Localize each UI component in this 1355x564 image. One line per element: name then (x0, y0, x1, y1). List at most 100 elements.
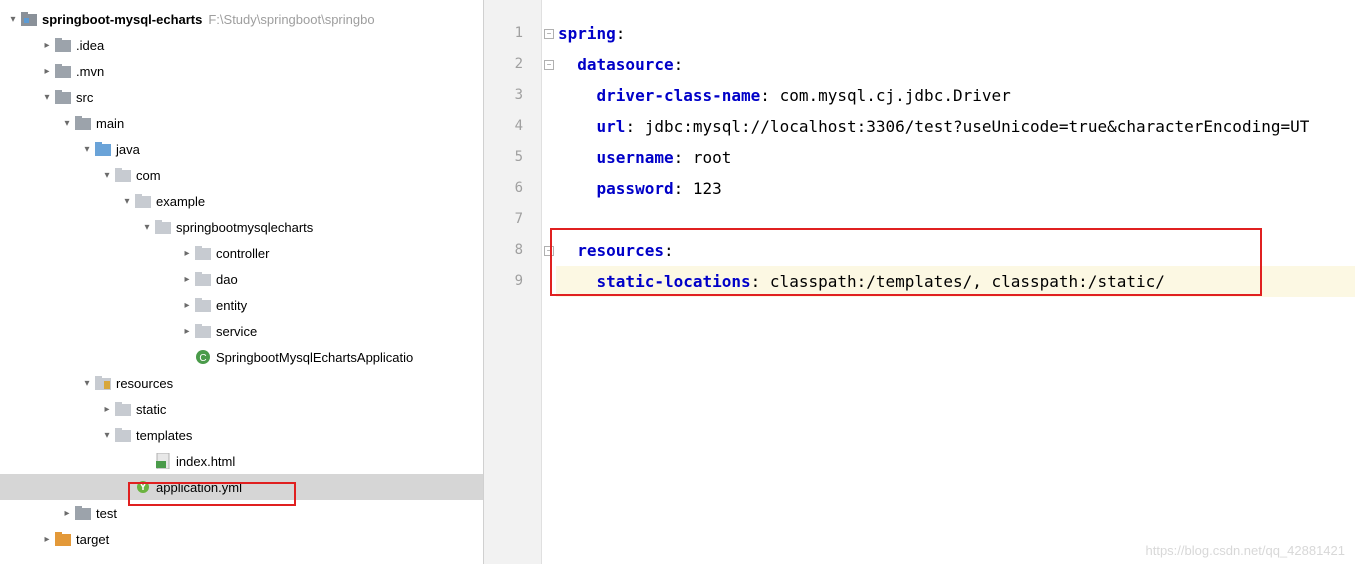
code-line: resources: (556, 235, 1355, 266)
chevron-right-icon[interactable]: ▸ (40, 66, 54, 77)
excluded-folder-icon (54, 531, 72, 547)
folder-icon (74, 115, 92, 131)
tree-item-idea[interactable]: ▸ .idea (0, 32, 483, 58)
source-folder-icon (94, 141, 112, 157)
folder-icon (114, 401, 132, 417)
html-file-icon (154, 453, 172, 469)
tree-item-appclass[interactable]: C SpringbootMysqlEchartsApplicatio (0, 344, 483, 370)
chevron-down-icon[interactable]: ▾ (120, 196, 134, 207)
class-icon: C (194, 349, 212, 365)
package-icon (114, 167, 132, 183)
chevron-down-icon[interactable]: ▾ (40, 92, 54, 103)
chevron-right-icon[interactable]: ▸ (180, 300, 194, 311)
line-number: 6 (484, 173, 541, 204)
fold-minus-icon[interactable]: − (544, 29, 554, 39)
line-number: 2 (484, 49, 541, 80)
chevron-right-icon[interactable]: ▸ (100, 404, 114, 415)
tree-item-example[interactable]: ▾ example (0, 188, 483, 214)
resources-folder-icon (94, 375, 112, 391)
project-tree[interactable]: ▾ springboot-mysql-echarts F:\Study\spri… (0, 0, 483, 552)
tree-label: templates (136, 428, 192, 443)
line-number: 4 (484, 111, 541, 142)
package-icon (154, 219, 172, 235)
module-icon (20, 11, 38, 27)
tree-label: dao (216, 272, 238, 287)
tree-item-resources[interactable]: ▾ resources (0, 370, 483, 396)
code-line: spring: (556, 18, 1355, 49)
chevron-right-icon[interactable]: ▸ (180, 326, 194, 337)
tree-label: application.yml (156, 480, 242, 495)
line-number: 5 (484, 142, 541, 173)
tree-item-service[interactable]: ▸ service (0, 318, 483, 344)
tree-label: main (96, 116, 124, 131)
line-number: 3 (484, 80, 541, 111)
package-icon (194, 245, 212, 261)
tree-item-dao[interactable]: ▸ dao (0, 266, 483, 292)
project-path: F:\Study\springboot\springbo (208, 12, 374, 27)
package-icon (134, 193, 152, 209)
tree-item-indexhtml[interactable]: index.html (0, 448, 483, 474)
code-line: static-locations: classpath:/templates/,… (556, 266, 1355, 297)
chevron-down-icon[interactable]: ▾ (60, 118, 74, 129)
fold-minus-icon[interactable]: − (544, 60, 554, 70)
tree-label: .idea (76, 38, 104, 53)
tree-root[interactable]: ▾ springboot-mysql-echarts F:\Study\spri… (0, 6, 483, 32)
chevron-right-icon[interactable]: ▸ (60, 508, 74, 519)
watermark: https://blog.csdn.net/qq_42881421 (1146, 543, 1346, 558)
chevron-right-icon[interactable]: ▸ (40, 40, 54, 51)
tree-label: com (136, 168, 161, 183)
tree-item-pkg[interactable]: ▾ springbootmysqlecharts (0, 214, 483, 240)
tree-item-static[interactable]: ▸ static (0, 396, 483, 422)
project-name: springboot-mysql-echarts (42, 12, 202, 27)
tree-item-mvn[interactable]: ▸ .mvn (0, 58, 483, 84)
package-icon (194, 271, 212, 287)
code-line: url: jdbc:mysql://localhost:3306/test?us… (556, 111, 1355, 142)
chevron-down-icon[interactable]: ▾ (100, 430, 114, 441)
chevron-down-icon[interactable]: ▾ (100, 170, 114, 181)
chevron-right-icon[interactable]: ▸ (180, 274, 194, 285)
line-number: 1 (484, 18, 541, 49)
tree-item-controller[interactable]: ▸ controller (0, 240, 483, 266)
code-area[interactable]: spring: datasource: driver-class-name: c… (556, 0, 1355, 564)
tree-label: static (136, 402, 166, 417)
chevron-down-icon[interactable]: ▾ (80, 144, 94, 155)
tree-label: controller (216, 246, 269, 261)
tree-label: example (156, 194, 205, 209)
tree-item-com[interactable]: ▾ com (0, 162, 483, 188)
chevron-down-icon[interactable]: ▾ (80, 378, 94, 389)
chevron-down-icon[interactable]: ▾ (6, 14, 20, 25)
tree-item-target[interactable]: ▸ target (0, 526, 483, 552)
tree-label: .mvn (76, 64, 104, 79)
tree-item-test[interactable]: ▸ test (0, 500, 483, 526)
folder-icon (54, 37, 72, 53)
tree-item-templates[interactable]: ▾ templates (0, 422, 483, 448)
code-line: password: 123 (556, 173, 1355, 204)
tree-label: resources (116, 376, 173, 391)
line-number: 7 (484, 204, 541, 235)
svg-text:C: C (199, 353, 206, 364)
chevron-right-icon[interactable]: ▸ (180, 248, 194, 259)
tree-label: springbootmysqlecharts (176, 220, 313, 235)
line-number: 9 (484, 266, 541, 297)
folder-icon (114, 427, 132, 443)
tree-item-appyml[interactable]: application.yml (0, 474, 483, 500)
line-number: 8 (484, 235, 541, 266)
fold-minus-icon[interactable]: − (544, 246, 554, 256)
chevron-right-icon[interactable]: ▸ (40, 534, 54, 545)
code-editor[interactable]: 1 2 3 4 5 6 7 8 9 − − − spring: datasour… (484, 0, 1355, 564)
chevron-down-icon[interactable]: ▾ (140, 222, 154, 233)
folder-icon (54, 63, 72, 79)
line-gutter: 1 2 3 4 5 6 7 8 9 (484, 0, 542, 564)
yml-file-icon (134, 479, 152, 495)
tree-item-main[interactable]: ▾ main (0, 110, 483, 136)
folder-icon (54, 89, 72, 105)
tree-item-entity[interactable]: ▸ entity (0, 292, 483, 318)
tree-label: service (216, 324, 257, 339)
tree-item-java[interactable]: ▾ java (0, 136, 483, 162)
tree-label: index.html (176, 454, 235, 469)
code-line (556, 204, 1355, 235)
tree-label: src (76, 90, 93, 105)
code-line: datasource: (556, 49, 1355, 80)
tree-item-src[interactable]: ▾ src (0, 84, 483, 110)
tree-label: target (76, 532, 109, 547)
